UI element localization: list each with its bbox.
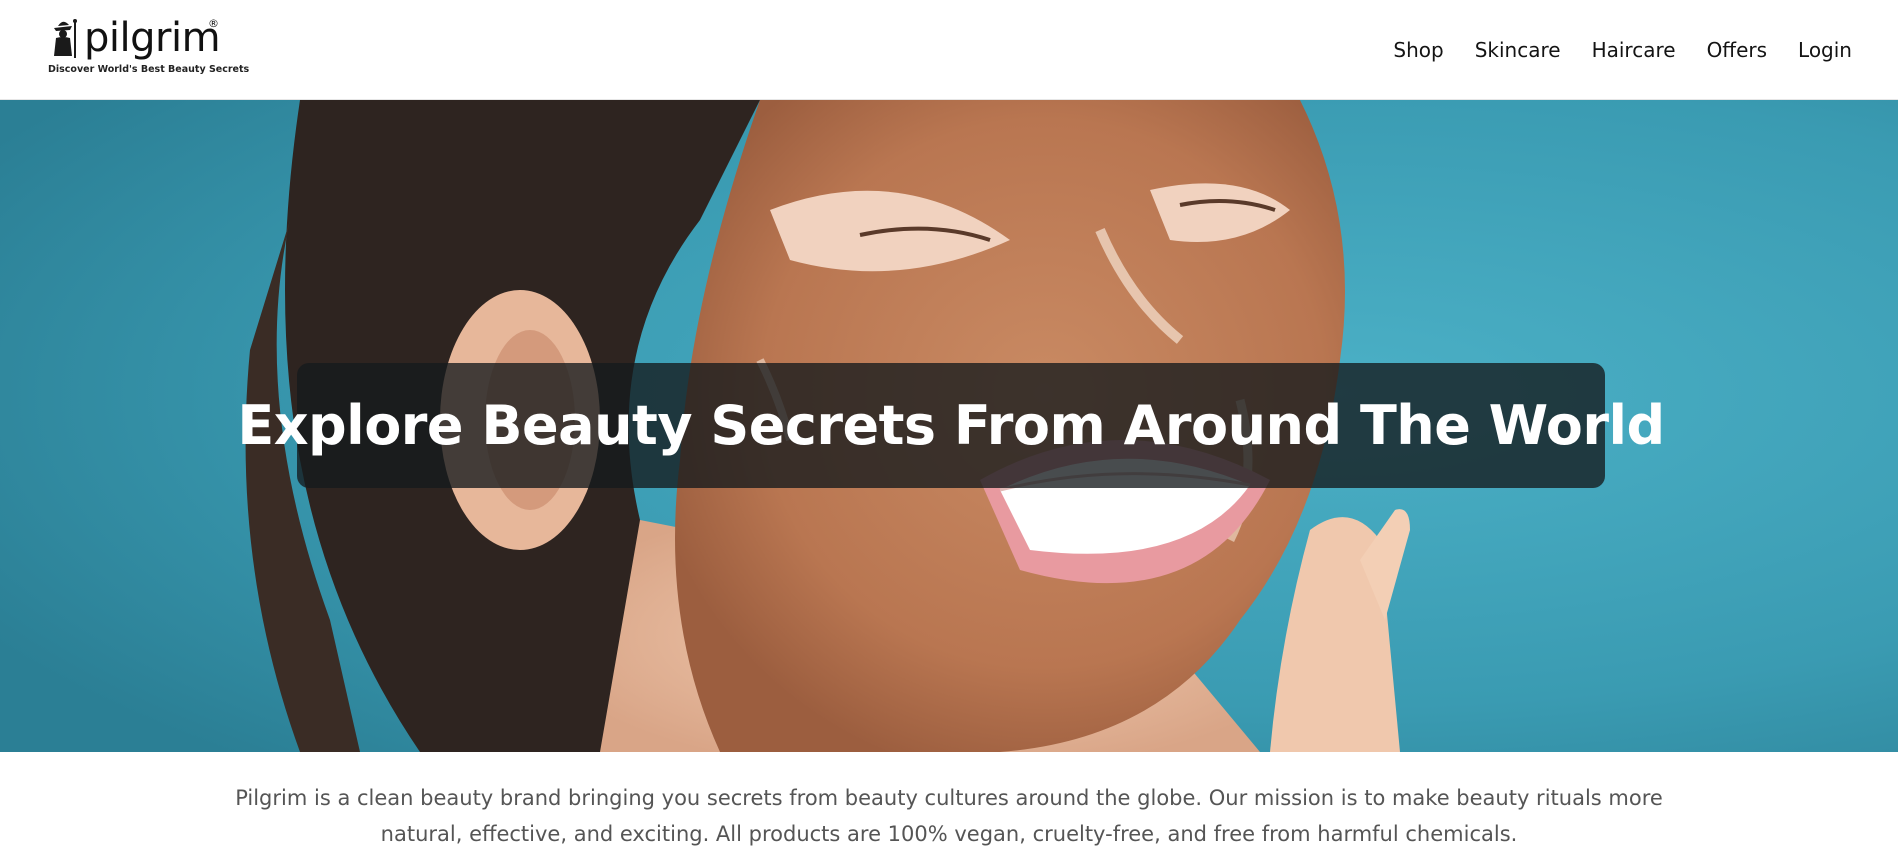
brand-tagline: Discover World's Best Beauty Secrets — [48, 64, 250, 75]
main-nav: Shop Skincare Haircare Offers Login — [1362, 36, 1852, 64]
hero-banner: Explore Beauty Secrets From Around The W… — [237, 363, 1665, 488]
nav-login[interactable]: Login — [1798, 36, 1852, 64]
site-header: pilgrim ® Discover World's Best Beauty S… — [0, 0, 1898, 100]
brand-name: pilgrim — [84, 15, 221, 61]
nav-offers[interactable]: Offers — [1707, 36, 1767, 64]
nav-haircare[interactable]: Haircare — [1592, 36, 1676, 64]
nav-shop[interactable]: Shop — [1393, 36, 1443, 64]
brand-logo[interactable]: pilgrim ® Discover World's Best Beauty S… — [48, 15, 249, 78]
hero-title: Explore Beauty Secrets From Around The W… — [237, 393, 1665, 457]
pilgrim-wanderer-icon — [54, 19, 77, 58]
brand-description: Pilgrim is a clean beauty brand bringing… — [0, 780, 1898, 852]
description-text: Pilgrim is a clean beauty brand bringing… — [235, 786, 1663, 846]
nav-skincare[interactable]: Skincare — [1475, 36, 1561, 64]
registered-mark: ® — [208, 17, 219, 30]
hero-section: Explore Beauty Secrets From Around The W… — [0, 100, 1898, 752]
